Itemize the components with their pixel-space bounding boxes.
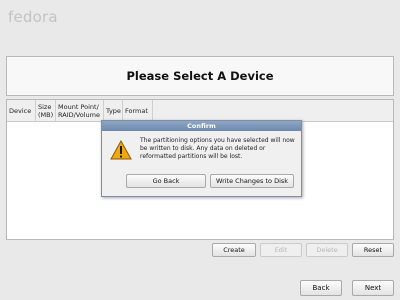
page-title: Please Select A Device — [126, 69, 274, 83]
column-header-mount-point[interactable]: Mount Point/ RAID/Volume — [56, 100, 104, 122]
confirm-dialog: Confirm The partitioning options you hav… — [101, 120, 302, 197]
back-button[interactable]: Back — [300, 280, 342, 296]
column-header-type[interactable]: Type — [104, 100, 123, 122]
delete-button[interactable]: Delete — [306, 243, 348, 257]
dialog-title: Confirm — [187, 122, 216, 130]
dialog-message: The partitioning options you have select… — [140, 137, 295, 161]
column-header-format[interactable]: Format — [123, 100, 153, 122]
table-header: Device Size (MB) Mount Point/ RAID/Volum… — [7, 100, 393, 122]
column-header-size[interactable]: Size (MB) — [36, 100, 56, 122]
create-button[interactable]: Create — [212, 243, 256, 257]
next-button[interactable]: Next — [352, 280, 394, 296]
reset-button[interactable]: Reset — [352, 243, 394, 257]
go-back-button[interactable]: Go Back — [126, 174, 206, 188]
dialog-titlebar[interactable]: Confirm — [102, 121, 301, 131]
column-header-device[interactable]: Device — [7, 100, 36, 122]
warning-icon — [110, 139, 132, 160]
edit-button[interactable]: Edit — [260, 243, 302, 257]
write-changes-button[interactable]: Write Changes to Disk — [210, 174, 294, 188]
fedora-logo: fedora — [8, 8, 58, 26]
page-header: Please Select A Device — [6, 56, 394, 96]
